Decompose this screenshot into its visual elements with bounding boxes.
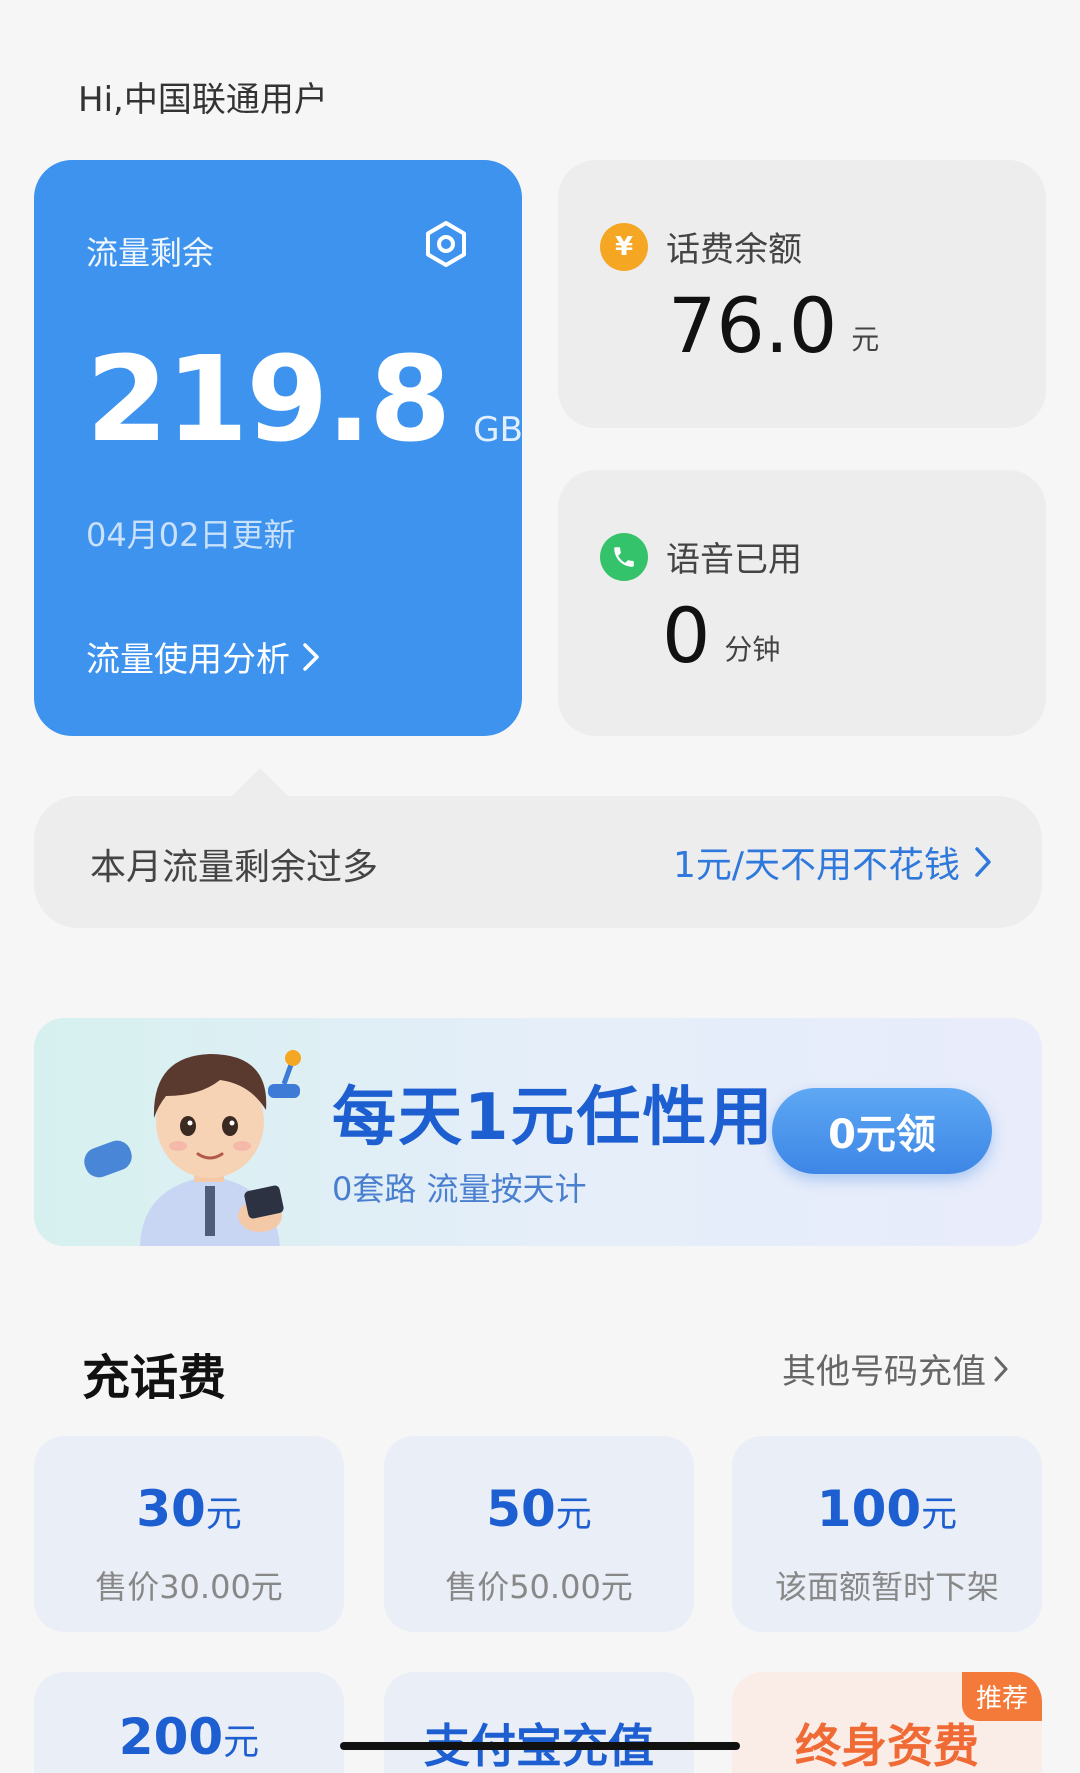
data-value-row: 219.8 GB [86,340,523,458]
voice-value-row: 0 分钟 [662,598,780,674]
tip-action-link[interactable]: 1元/天不用不花钱 [673,836,992,888]
voice-usage-card[interactable]: 语音已用 0 分钟 [558,470,1046,736]
voice-unit: 分钟 [724,633,781,666]
recharge-price: 售价30.00元 [95,1568,283,1606]
boy-with-phone-illustration [84,1050,301,1246]
amount-number: 200 [118,1708,224,1766]
data-updated-date: 04月02日更新 [86,516,296,554]
amount-unit: 元 [921,1494,958,1535]
amount-unit: 元 [205,1494,242,1535]
chevron-right-icon [994,1356,1008,1381]
balance-label: 话费余额 [666,230,802,270]
data-remaining-unit: GB [473,410,523,450]
amount-unit: 元 [555,1494,592,1535]
data-analysis-label: 流量使用分析 [86,640,290,680]
lifetime-plan-tile[interactable]: 推荐 终身资费 [732,1672,1042,1773]
data-remaining-card[interactable]: 流量剩余 219.8 GB 04月02日更新 流量使用分析 [34,160,523,736]
amount-number: 50 [486,1480,556,1538]
recharge-option-50[interactable]: 50元 售价50.00元 [384,1436,694,1632]
data-analysis-link[interactable]: 流量使用分析 [86,632,320,681]
other-number-label: 其他号码充值 [782,1352,986,1392]
balance-value-row: 76.0 元 [668,288,879,364]
recharge-section-title: 充话费 [82,1350,227,1406]
alipay-recharge-tile[interactable]: 支付宝充值 [384,1672,694,1773]
recharge-amount: 50元 [384,1480,694,1538]
recharge-status: 该面额暂时下架 [774,1568,999,1606]
claim-free-button[interactable]: 0元领 [772,1088,992,1174]
balance-unit: 元 [851,323,880,356]
home-indicator[interactable] [340,1742,740,1750]
lifetime-plan-label: 终身资费 [795,1719,979,1773]
recharge-amount: 200元 [34,1708,344,1766]
balance-header: ¥ 话费余额 [600,222,802,271]
phone-glyph [614,546,634,567]
recharge-amount: 100元 [732,1480,1042,1538]
page: Hi,中国联通用户 流量剩余 219.8 GB 04月02日更新 流量使用分析 … [0,0,1080,1773]
chevron-right-icon [975,847,991,877]
other-number-recharge-link[interactable]: 其他号码充值 [782,1344,1008,1393]
amount-unit: 元 [223,1722,260,1763]
voice-value: 0 [662,591,711,680]
data-remaining-value: 219.8 [86,330,451,468]
balance-value: 76.0 [668,281,838,370]
banner-headline: 每天1元任性用 [332,1081,775,1155]
voice-label: 语音已用 [666,540,802,580]
yen-icon: ¥ [600,222,648,271]
phone-icon [600,532,648,581]
recharge-amount: 30元 [34,1480,344,1538]
greeting: Hi,中国联通用户 [78,80,328,120]
data-card-title: 流量剩余 [86,234,215,272]
recharge-option-100[interactable]: 100元 该面额暂时下架 [732,1436,1042,1632]
tip-message: 本月流量剩余过多 [90,847,379,888]
recharge-option-30[interactable]: 30元 售价30.00元 [34,1436,344,1632]
amount-number: 100 [816,1480,922,1538]
recharge-option-200[interactable]: 200元 [34,1672,344,1773]
data-tip-bar[interactable]: 本月流量剩余过多 1元/天不用不花钱 [34,768,1042,928]
phone-balance-card[interactable]: ¥ 话费余额 76.0 元 [558,160,1046,428]
promo-banner[interactable]: 每天1元任性用 0套路 流量按天计 0元领 [34,1018,1042,1246]
recharge-price: 售价50.00元 [445,1568,633,1606]
amount-number: 30 [136,1480,206,1538]
settings-hexagon-icon[interactable] [422,220,470,268]
chevron-right-icon [303,642,319,671]
voice-header: 语音已用 [600,532,802,581]
banner-subtitle: 0套路 流量按天计 [332,1170,587,1208]
tip-action-label: 1元/天不用不花钱 [672,845,960,886]
